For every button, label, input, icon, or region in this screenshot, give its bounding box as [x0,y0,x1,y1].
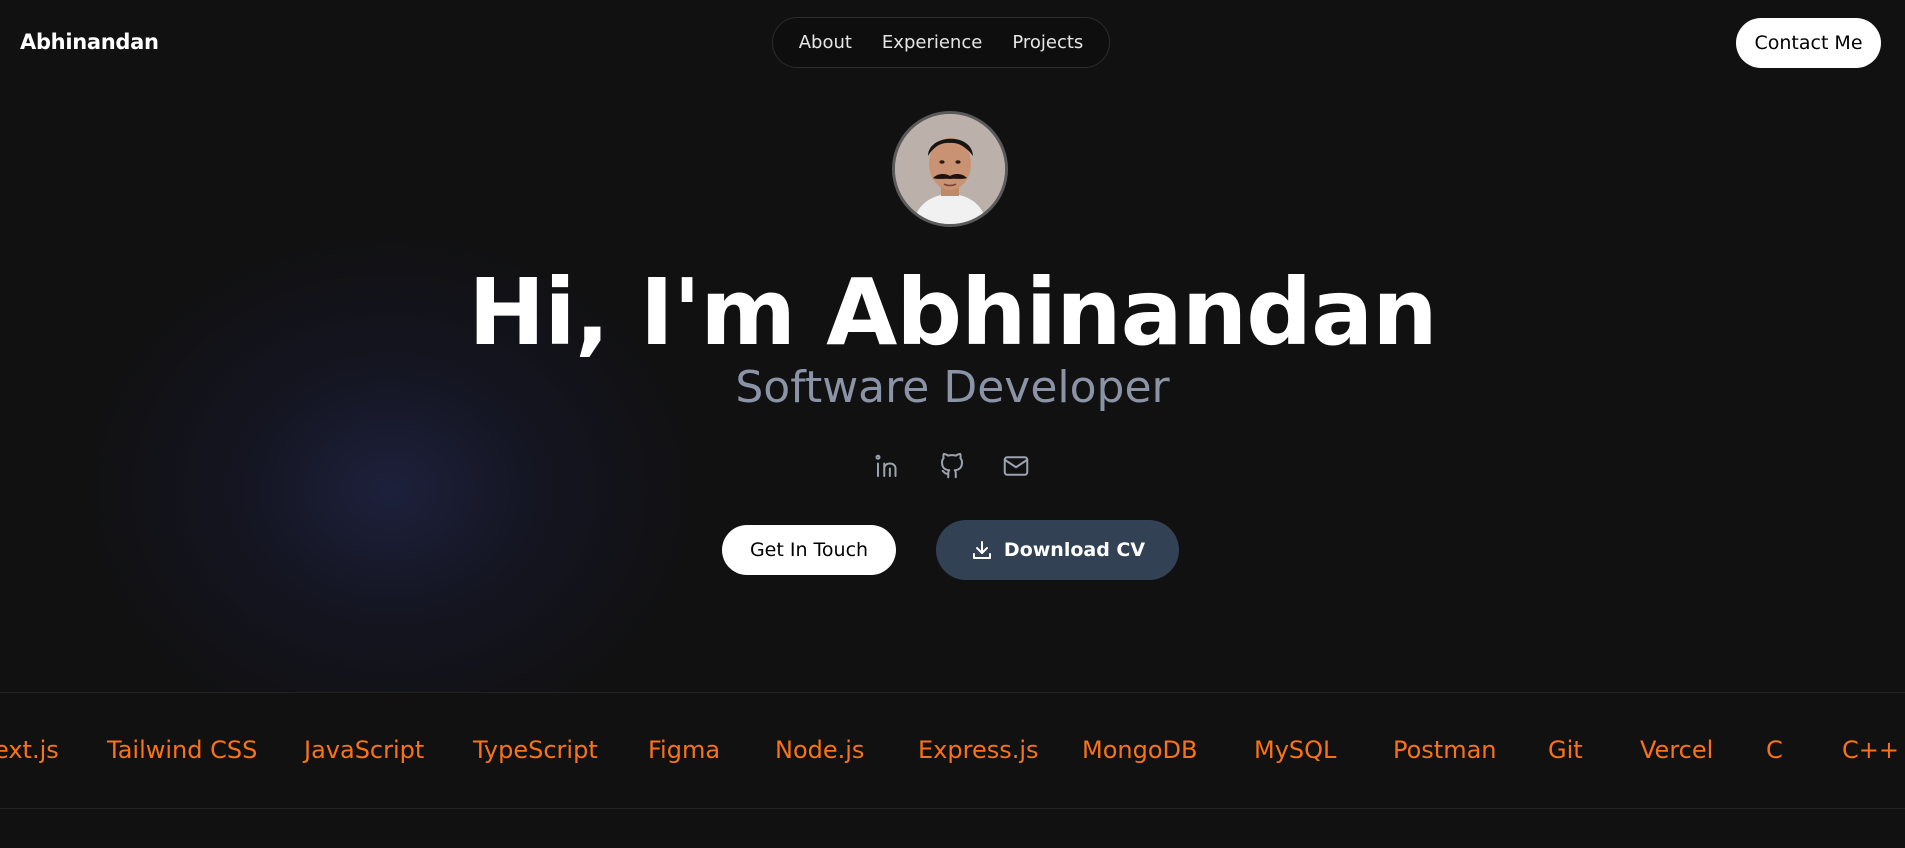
skill-item: MySQL [1254,736,1337,764]
contact-me-button[interactable]: Contact Me [1736,18,1881,68]
download-cv-button[interactable]: Download CV [936,520,1179,580]
nav-experience[interactable]: Experience [882,32,982,53]
hero-subtitle: Software Developer [735,362,1170,413]
mail-icon[interactable] [1000,450,1032,482]
skill-item: ext.js [0,736,59,764]
social-links [872,450,1032,482]
skill-item: MongoDB [1082,736,1198,764]
main-nav: About Experience Projects [772,17,1110,68]
skill-item: Node.js [775,736,865,764]
download-icon [970,538,994,562]
skill-item: TypeScript [473,736,598,764]
linkedin-icon[interactable] [872,450,904,482]
skill-item: C [1766,736,1783,764]
skill-item: Git [1548,736,1583,764]
brand-logo[interactable]: Abhinandan [20,30,159,54]
portfolio-page: Abhinandan About Experience Projects Con… [0,0,1905,848]
skill-item: Vercel [1640,736,1714,764]
skill-item: Figma [648,736,721,764]
download-cv-label: Download CV [1003,539,1146,561]
avatar-portrait [895,114,1005,224]
nav-about[interactable]: About [799,32,852,53]
get-in-touch-button[interactable]: Get In Touch [722,525,896,575]
skill-item: Tailwind CSS [107,736,258,764]
profile-avatar [892,111,1008,227]
hero-headline: Hi, I'm Abhinandan [468,259,1437,366]
skills-marquee: ext.js Tailwind CSS JavaScript TypeScrip… [0,692,1905,809]
skill-item: JavaScript [304,736,425,764]
skill-item: C++ [1842,736,1899,764]
nav-projects[interactable]: Projects [1012,32,1083,53]
skill-item: Express.js [918,736,1039,764]
github-icon[interactable] [936,450,968,482]
skill-item: Postman [1393,736,1497,764]
